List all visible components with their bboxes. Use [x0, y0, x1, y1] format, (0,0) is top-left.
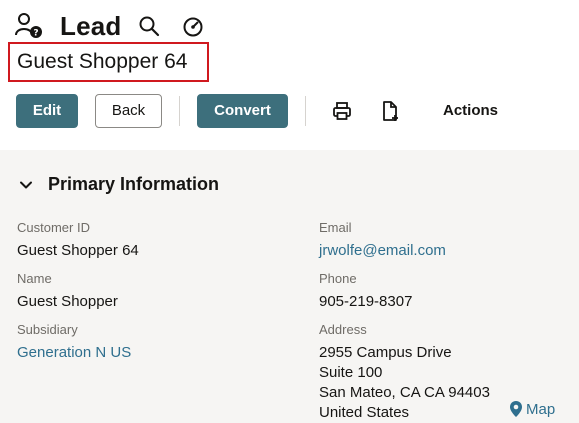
map-pin-icon	[509, 400, 523, 418]
back-button[interactable]: Back	[95, 93, 162, 128]
new-document-icon[interactable]	[379, 100, 401, 122]
record-toolbar: Edit Back Convert Actions	[16, 93, 498, 128]
record-name-highlight: Guest Shopper 64	[8, 42, 209, 82]
chevron-down-icon	[18, 177, 34, 193]
field-value: Guest Shopper 64	[17, 242, 139, 259]
address-line: United States	[319, 404, 410, 421]
field-subsidiary: Subsidiary Generation N US	[17, 322, 131, 363]
toolbar-divider	[305, 95, 306, 126]
print-icon[interactable]	[331, 100, 353, 122]
actions-menu[interactable]: Actions	[443, 102, 498, 119]
email-link[interactable]: jrwolfe@email.com	[319, 241, 446, 261]
lead-user-icon: ?	[14, 11, 44, 41]
field-label: Address	[319, 322, 367, 337]
field-name: Name Guest Shopper	[17, 271, 118, 312]
field-address: Address 2955 Campus Drive Suite 100 San …	[319, 322, 490, 423]
field-label: Phone	[319, 271, 357, 286]
section-title: Primary Information	[48, 174, 220, 194]
edit-button[interactable]: Edit	[16, 93, 78, 128]
field-label: Customer ID	[17, 220, 90, 235]
primary-information-section-toggle[interactable]: Primary Information	[18, 174, 219, 195]
field-value: Guest Shopper	[17, 293, 118, 310]
address-line: San Mateo, CA CA 94403	[319, 384, 490, 401]
title-row: ? Lead	[14, 8, 205, 44]
field-customer-id: Customer ID Guest Shopper 64	[17, 220, 139, 261]
record-type-title: Lead	[60, 10, 122, 41]
gauge-icon[interactable]	[181, 14, 205, 38]
svg-text:?: ?	[33, 29, 38, 39]
map-label: Map	[526, 400, 556, 418]
record-content: Primary Information Customer ID Guest Sh…	[0, 150, 579, 423]
field-label: Name	[17, 271, 52, 286]
convert-button[interactable]: Convert	[197, 93, 288, 128]
field-label: Subsidiary	[17, 322, 78, 337]
field-phone: Phone 905-219-8307	[319, 271, 412, 312]
record-name: Guest Shopper 64	[17, 50, 188, 73]
field-email: Email jrwolfe@email.com	[319, 220, 446, 261]
page-header: ? Lead Guest Shopper 64 Edit Back Conver…	[0, 0, 579, 150]
field-label: Email	[319, 220, 352, 235]
map-link[interactable]: Map	[509, 400, 555, 418]
address-line: 2955 Campus Drive	[319, 344, 452, 361]
address-lines: 2955 Campus Drive Suite 100 San Mateo, C…	[319, 343, 490, 423]
address-line: Suite 100	[319, 364, 383, 381]
toolbar-divider	[179, 95, 180, 126]
search-icon[interactable]	[137, 14, 161, 38]
subsidiary-link[interactable]: Generation N US	[17, 343, 131, 363]
field-value: 905-219-8307	[319, 293, 413, 310]
